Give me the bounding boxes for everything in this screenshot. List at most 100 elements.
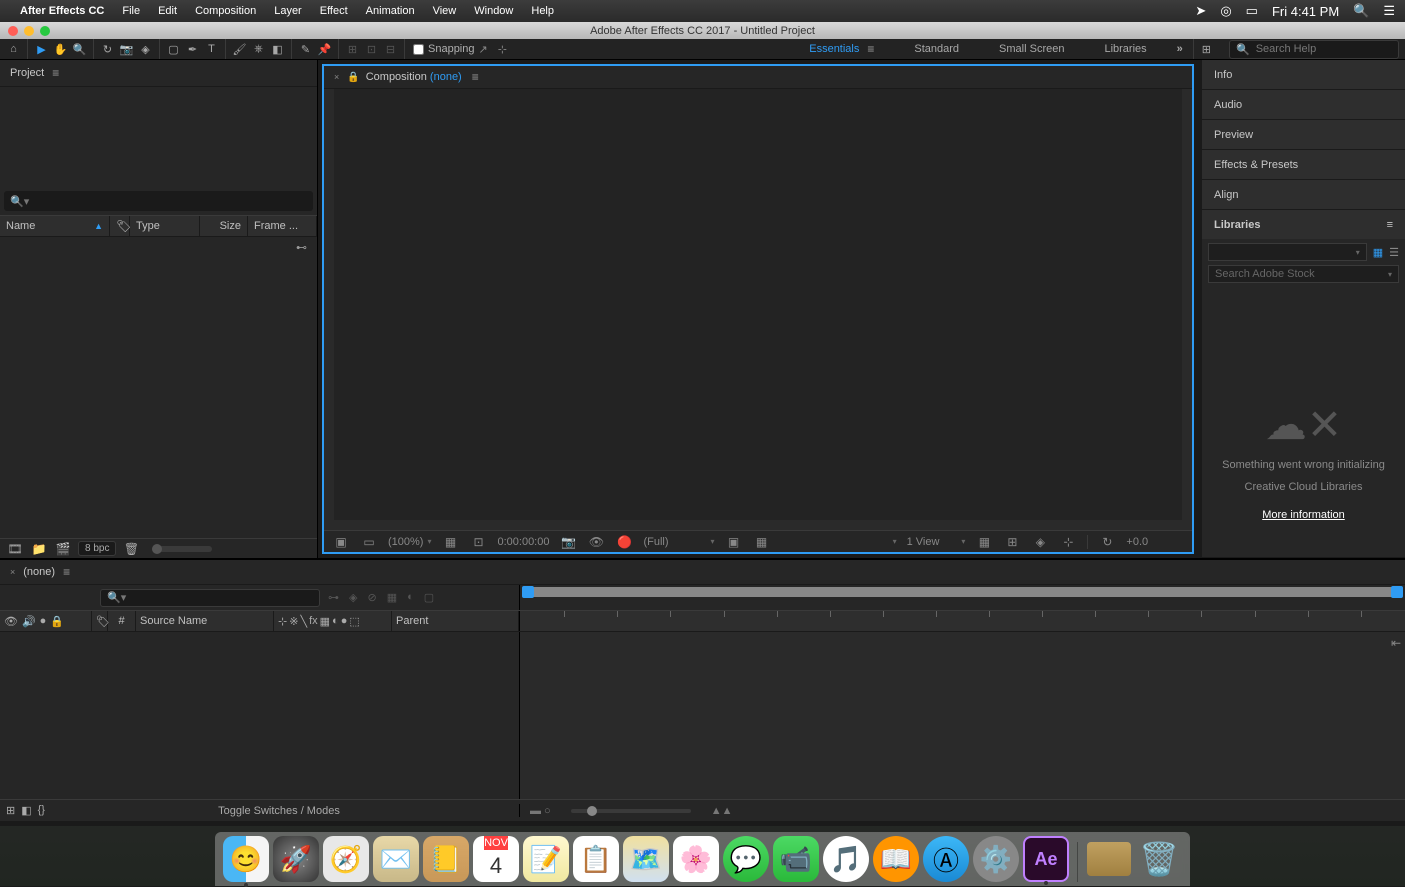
timeline-col-source-name[interactable]: Source Name: [136, 611, 274, 631]
exposure-value[interactable]: +0.0: [1126, 536, 1148, 548]
rotation-tool-icon[interactable]: ↻: [98, 40, 117, 59]
show-channel-icon[interactable]: 🔴: [615, 535, 633, 549]
puppet-tool-icon[interactable]: 📌: [315, 40, 334, 59]
snapping-collision-icon[interactable]: ⊹: [498, 43, 507, 56]
dock-maps[interactable]: 🗺️: [623, 836, 669, 882]
timeline-panel-menu-icon[interactable]: ≡: [63, 565, 70, 579]
timeline-col-number[interactable]: #: [108, 611, 136, 631]
project-col-framerate[interactable]: Frame ...: [248, 216, 317, 236]
panel-effects-presets[interactable]: Effects & Presets: [1202, 150, 1405, 179]
menubar-cursor-icon[interactable]: ➤: [1195, 3, 1206, 19]
snapping-checkbox[interactable]: [413, 44, 424, 55]
new-folder-icon[interactable]: 📁: [30, 542, 48, 556]
new-comp-icon[interactable]: 🎬: [54, 542, 72, 556]
selection-tool-icon[interactable]: ▶: [32, 40, 51, 59]
panel-libraries[interactable]: Libraries ≡: [1202, 210, 1405, 239]
timeline-tab-close-icon[interactable]: ×: [10, 567, 15, 577]
menubar-cc-icon[interactable]: ◎: [1220, 3, 1231, 19]
comp-tab-close-icon[interactable]: ×: [334, 72, 339, 82]
roi-icon[interactable]: ▣: [725, 535, 743, 549]
hand-tool-icon[interactable]: ✋: [51, 40, 70, 59]
project-col-type[interactable]: Type: [130, 216, 200, 236]
panel-info[interactable]: Info: [1202, 60, 1405, 89]
menu-effect[interactable]: Effect: [320, 5, 348, 17]
graph-editor-icon[interactable]: ▢: [424, 591, 434, 604]
project-col-label[interactable]: 🏷: [110, 216, 130, 236]
project-search-input[interactable]: 🔍▾: [4, 191, 313, 211]
dock-reminders[interactable]: 📋: [573, 836, 619, 882]
expand-transfer-icon[interactable]: ⊞: [6, 804, 15, 817]
menu-edit[interactable]: Edit: [158, 5, 177, 17]
dock-system-preferences[interactable]: ⚙️: [973, 836, 1019, 882]
comp-tab-lock-icon[interactable]: 🔒: [347, 72, 359, 83]
hide-shy-icon[interactable]: ⊘: [367, 591, 376, 604]
pixel-aspect-icon[interactable]: ▦: [975, 535, 993, 549]
menu-file[interactable]: File: [122, 5, 140, 17]
workspace-small-screen[interactable]: Small Screen: [979, 39, 1084, 59]
exposure-reset-icon[interactable]: ↻: [1098, 535, 1116, 549]
libraries-more-info-link[interactable]: More information: [1262, 509, 1345, 521]
workspace-libraries[interactable]: Libraries: [1084, 39, 1166, 59]
menubar-display-icon[interactable]: ▭: [1246, 3, 1258, 19]
composition-viewer[interactable]: [324, 89, 1192, 530]
window-maximize-button[interactable]: [40, 26, 50, 36]
clone-stamp-tool-icon[interactable]: ⎈: [249, 40, 268, 59]
menu-animation[interactable]: Animation: [366, 5, 415, 17]
project-col-size[interactable]: Size: [200, 216, 248, 236]
dock-after-effects[interactable]: Ae: [1023, 836, 1069, 882]
dock-trash[interactable]: 🗑️: [1136, 836, 1182, 882]
lock-switch-icon[interactable]: 🔒: [50, 615, 64, 628]
world-axis-icon[interactable]: ⊡: [362, 40, 381, 59]
snapping-options-icon[interactable]: ↗: [479, 43, 488, 56]
dock-safari[interactable]: 🧭: [323, 836, 369, 882]
panel-audio[interactable]: Audio: [1202, 90, 1405, 119]
workspace-essentials[interactable]: Essentials≡: [789, 39, 894, 59]
pen-tool-icon[interactable]: ✒: [183, 40, 202, 59]
home-tool-icon[interactable]: ⌂: [4, 40, 23, 59]
panel-align[interactable]: Align: [1202, 180, 1405, 209]
menu-composition[interactable]: Composition: [195, 5, 256, 17]
libraries-dropdown[interactable]: ▾: [1208, 243, 1367, 261]
project-panel-title[interactable]: Project: [10, 67, 44, 79]
menu-view[interactable]: View: [433, 5, 457, 17]
roto-brush-tool-icon[interactable]: ✎: [296, 40, 315, 59]
frame-blend-icon[interactable]: ▦: [387, 591, 397, 604]
project-thumbnail-slider[interactable]: [152, 546, 212, 552]
menu-help[interactable]: Help: [531, 5, 554, 17]
workspace-essentials-menu-icon[interactable]: ≡: [867, 42, 874, 56]
app-name-menu[interactable]: After Effects CC: [20, 5, 104, 17]
workspace-reset-icon[interactable]: ⊞: [1193, 39, 1219, 59]
pan-behind-tool-icon[interactable]: ◈: [136, 40, 155, 59]
local-axis-icon[interactable]: ⊞: [343, 40, 362, 59]
comp-panel-menu-icon[interactable]: ≡: [472, 70, 479, 84]
workspace-overflow-icon[interactable]: »: [1167, 39, 1193, 59]
current-time[interactable]: 0:00:00:00: [497, 536, 549, 548]
libraries-panel-menu-icon[interactable]: ≡: [1387, 219, 1393, 231]
dock-itunes[interactable]: 🎵: [823, 836, 869, 882]
search-help-input[interactable]: 🔍 Search Help: [1229, 40, 1399, 59]
dock-notes[interactable]: 📝: [523, 836, 569, 882]
timeline-search-input[interactable]: 🔍▾: [100, 589, 320, 607]
snapshot-icon[interactable]: 📷: [559, 535, 577, 549]
magnification-value[interactable]: (100%)▾: [388, 536, 431, 548]
timeline-collapse-icon[interactable]: ⇤: [1391, 636, 1401, 650]
resolution-value[interactable]: (Full)▾: [643, 536, 714, 548]
expand-render-icon[interactable]: {}: [38, 804, 45, 817]
zoom-out-icon[interactable]: ▬ ○: [530, 805, 551, 817]
3d-view-icon[interactable]: ⊹: [1059, 535, 1077, 549]
dock-ibooks[interactable]: 📖: [873, 836, 919, 882]
rectangle-tool-icon[interactable]: ▢: [164, 40, 183, 59]
delete-icon[interactable]: 🗑: [122, 542, 140, 556]
timeline-time-ruler[interactable]: [520, 611, 1405, 631]
project-panel-menu-icon[interactable]: ≡: [52, 66, 59, 80]
view-layout[interactable]: 1 View▾: [907, 536, 966, 548]
timeline-col-switches[interactable]: ⊹ ※ ╲ fx ▦ ◐ ● ⬚: [274, 611, 392, 631]
project-items-list[interactable]: ⊷: [0, 237, 317, 538]
mask-visibility-icon[interactable]: ◈: [1031, 535, 1049, 549]
always-preview-icon[interactable]: ▣: [332, 535, 350, 549]
transparency-grid-icon[interactable]: ▦: [753, 535, 771, 549]
timeline-tracks-area[interactable]: ⇤: [520, 632, 1405, 799]
toggle-switches-modes-button[interactable]: Toggle Switches / Modes: [45, 805, 513, 817]
brush-tool-icon[interactable]: 🖌: [230, 40, 249, 59]
timeline-work-area-bar[interactable]: [524, 587, 1401, 597]
